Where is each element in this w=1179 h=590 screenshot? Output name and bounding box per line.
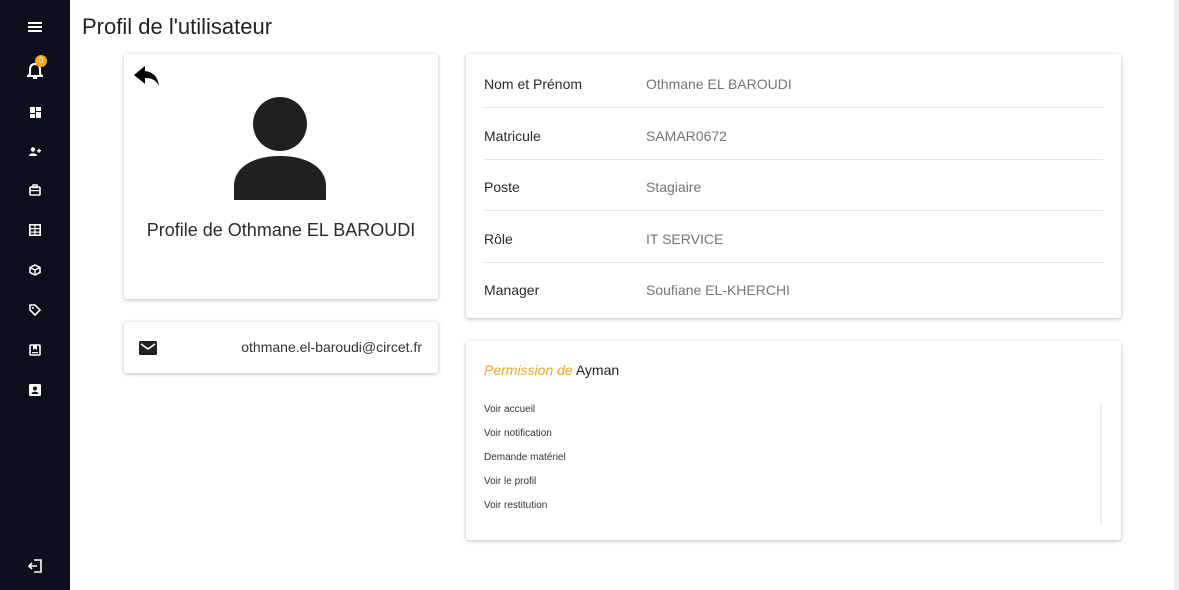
permission-item: Voir restitution xyxy=(484,500,548,511)
email-address[interactable]: othmane.el-baroudi@circet.fr xyxy=(241,339,422,355)
dashboard-icon[interactable] xyxy=(23,100,47,124)
contact-card-icon[interactable] xyxy=(23,378,47,402)
permissions-card: Permission de Ayman Voir accueil Voir no… xyxy=(466,341,1121,540)
info-value: Soufiane EL-KHERCHI xyxy=(646,282,790,298)
info-row-name: Nom et Prénom Othmane EL BAROUDI xyxy=(484,56,1103,108)
bell-icon[interactable]: 0 xyxy=(23,55,47,84)
permissions-title-prefix: Permission de xyxy=(484,362,573,378)
profile-name: Profile de Othmane EL BAROUDI xyxy=(146,220,416,240)
add-user-icon[interactable] xyxy=(23,139,47,163)
info-label: Nom et Prénom xyxy=(484,76,583,92)
info-value: IT SERVICE xyxy=(646,231,724,247)
info-row-manager: Manager Soufiane EL-KHERCHI xyxy=(484,262,1103,314)
sidebar: 0 xyxy=(0,0,70,590)
profile-card: Profile de Othmane EL BAROUDI xyxy=(124,54,438,299)
cube-icon[interactable] xyxy=(23,258,47,282)
page-title: Profil de l'utilisateur xyxy=(82,14,273,39)
tag-icon[interactable] xyxy=(23,298,47,322)
menu-icon[interactable] xyxy=(23,15,47,39)
info-label: Poste xyxy=(484,179,520,195)
permissions-scrollbar[interactable] xyxy=(1100,403,1102,523)
user-info-card: Nom et Prénom Othmane EL BAROUDI Matricu… xyxy=(466,54,1121,318)
permissions-title: Permission de Ayman xyxy=(484,362,619,378)
page-scrollbar[interactable] xyxy=(1174,0,1179,590)
avatar xyxy=(234,96,326,200)
info-value: Othmane EL BAROUDI xyxy=(646,76,792,92)
permission-item: Demande matériel xyxy=(484,452,566,463)
email-card: othmane.el-baroudi@circet.fr xyxy=(124,322,438,373)
mail-icon xyxy=(139,341,157,355)
info-value: Stagiaire xyxy=(646,179,702,195)
permission-item: Voir notification xyxy=(484,428,552,439)
info-row-poste: Poste Stagiaire xyxy=(484,159,1103,211)
back-arrow-icon[interactable] xyxy=(133,64,161,88)
info-label: Rôle xyxy=(484,231,513,247)
permission-item: Voir le profil xyxy=(484,476,537,487)
logout-icon[interactable] xyxy=(23,554,47,578)
permission-item: Voir accueil xyxy=(484,404,536,415)
info-value: SAMAR0672 xyxy=(646,128,727,144)
permissions-list: Voir accueil Voir notification Demande m… xyxy=(484,403,566,523)
info-label: Matricule xyxy=(484,128,541,144)
permissions-title-name: Ayman xyxy=(575,362,620,378)
info-row-matricule: Matricule SAMAR0672 xyxy=(484,108,1103,160)
info-row-role: Rôle IT SERVICE xyxy=(484,211,1103,263)
bookmark-icon[interactable] xyxy=(23,338,47,362)
info-label: Manager xyxy=(484,282,540,298)
briefcase-icon[interactable] xyxy=(23,178,47,202)
table-icon[interactable] xyxy=(23,218,47,242)
notification-badge: 0 xyxy=(35,55,47,67)
